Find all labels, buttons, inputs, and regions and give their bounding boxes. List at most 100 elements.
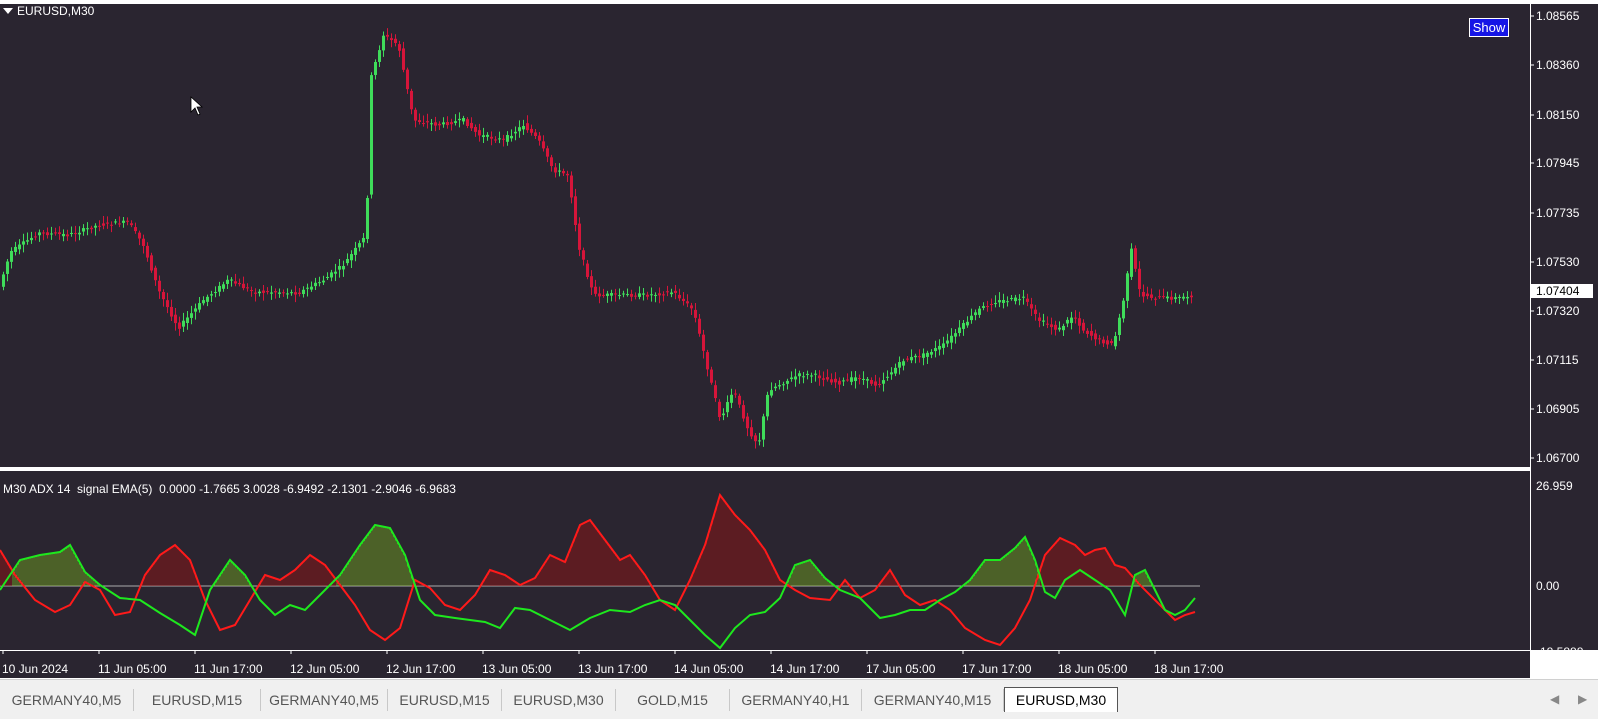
candle-body [458, 118, 461, 121]
time-tick-label: 14 Jun 05:00 [674, 662, 744, 676]
candle-body [422, 123, 425, 125]
chart-tab[interactable]: GERMANY40,M5 [261, 689, 388, 711]
candle-body [774, 386, 777, 389]
candle-body [470, 122, 473, 129]
candle-body [406, 69, 409, 90]
candle-body [1170, 296, 1173, 300]
candle-body [182, 320, 185, 327]
candle-body [118, 223, 121, 225]
candle-body [206, 296, 209, 302]
candle-body [878, 383, 881, 385]
candle-body [1090, 330, 1093, 336]
candle-body [354, 247, 357, 255]
candle-body [1078, 318, 1081, 326]
candle-body [834, 378, 837, 383]
candle-body [998, 300, 1001, 303]
candle-body [62, 233, 65, 237]
candle-body [474, 127, 477, 132]
candle-body [438, 123, 441, 126]
candle-body [566, 173, 569, 176]
candle-body [598, 293, 601, 297]
candle-body [282, 292, 285, 294]
chart-tab[interactable]: GOLD,M15 [616, 689, 730, 711]
candle-body [826, 377, 829, 380]
chevron-right-icon[interactable]: ▶ [1578, 692, 1587, 706]
candle-body [1042, 320, 1045, 322]
price-chart[interactable]: 1.08565 1.08360 1.08150 1.07945 1.07735 1.075… [0, 0, 1598, 679]
candle-body [1038, 317, 1041, 321]
candle-body [446, 122, 449, 126]
chart-window[interactable]: 1.08565 1.08360 1.08150 1.07945 1.07735 1.075… [0, 0, 1598, 679]
candle-body [130, 223, 133, 226]
candle-body [526, 123, 529, 131]
candle-body [286, 293, 289, 295]
chart-tab[interactable]: EURUSD,M15 [134, 689, 261, 711]
candle-body [702, 334, 705, 351]
candle-body [762, 416, 765, 440]
candle-body [390, 38, 393, 41]
candle-body [450, 122, 453, 125]
candle-body [1030, 304, 1033, 309]
candle-body [38, 232, 41, 236]
candle-body [246, 287, 249, 289]
time-tick-label: 12 Jun 05:00 [290, 662, 360, 676]
time-tick-label: 17 Jun 05:00 [866, 662, 936, 676]
candle-body [146, 245, 149, 258]
candle-body [634, 295, 637, 297]
candle-body [806, 373, 809, 375]
candle-body [590, 276, 593, 288]
chart-tab[interactable]: GERMANY40,M5 [0, 689, 134, 711]
candle-body [310, 286, 313, 290]
candle-body [402, 48, 405, 70]
candle-body [990, 304, 993, 306]
candle-body [778, 385, 781, 387]
candle-body [58, 232, 61, 235]
candle-body [698, 318, 701, 334]
candle-body [650, 294, 653, 296]
chart-tab[interactable]: EURUSD,M30 [1004, 687, 1118, 712]
candle-body [818, 375, 821, 379]
candle-body [190, 313, 193, 318]
candle-body [154, 267, 157, 281]
candle-body [394, 38, 397, 43]
candle-body [874, 381, 877, 386]
chart-tab[interactable]: GERMANY40,M15 [862, 689, 1004, 711]
candle-body [30, 237, 33, 241]
candle-body [306, 287, 309, 289]
candle-body [602, 294, 605, 296]
candle-body [690, 305, 693, 309]
time-tick-label: 17 Jun 17:00 [962, 662, 1032, 676]
symbol-name: EURUSD,M30 [17, 4, 95, 18]
symbol-label[interactable]: EURUSD,M30 [3, 4, 94, 18]
price-tick-label: 1.06905 [1536, 402, 1580, 416]
candle-body [562, 170, 565, 174]
time-tick-label: 11 Jun 05:00 [98, 662, 167, 676]
candle-body [550, 157, 553, 167]
candle-body [790, 377, 793, 380]
candle-body [278, 292, 281, 294]
candle-body [378, 50, 381, 62]
candle-body [742, 405, 745, 419]
candle-body [266, 291, 269, 293]
candle-body [1142, 291, 1145, 297]
candle-body [22, 241, 25, 245]
candle-body [810, 375, 813, 377]
candle-body [494, 139, 497, 141]
candle-body [334, 271, 337, 274]
candle-body [542, 141, 545, 149]
candle-body [346, 259, 349, 264]
candle-body [1162, 296, 1165, 298]
chart-tab[interactable]: EURUSD,M15 [388, 689, 502, 711]
candle-body [226, 279, 229, 284]
chevron-down-icon[interactable] [3, 8, 13, 14]
chart-tab[interactable]: GERMANY40,H1 [730, 689, 862, 711]
candle-body [730, 394, 733, 403]
show-button[interactable]: Show [1469, 18, 1509, 37]
chevron-left-icon[interactable]: ◀ [1550, 692, 1559, 706]
candle-body [166, 300, 169, 308]
candle-body [902, 361, 905, 366]
candle-body [202, 300, 205, 304]
chart-tab[interactable]: EURUSD,M30 [502, 689, 616, 711]
candle-body [850, 377, 853, 382]
candle-body [882, 380, 885, 384]
